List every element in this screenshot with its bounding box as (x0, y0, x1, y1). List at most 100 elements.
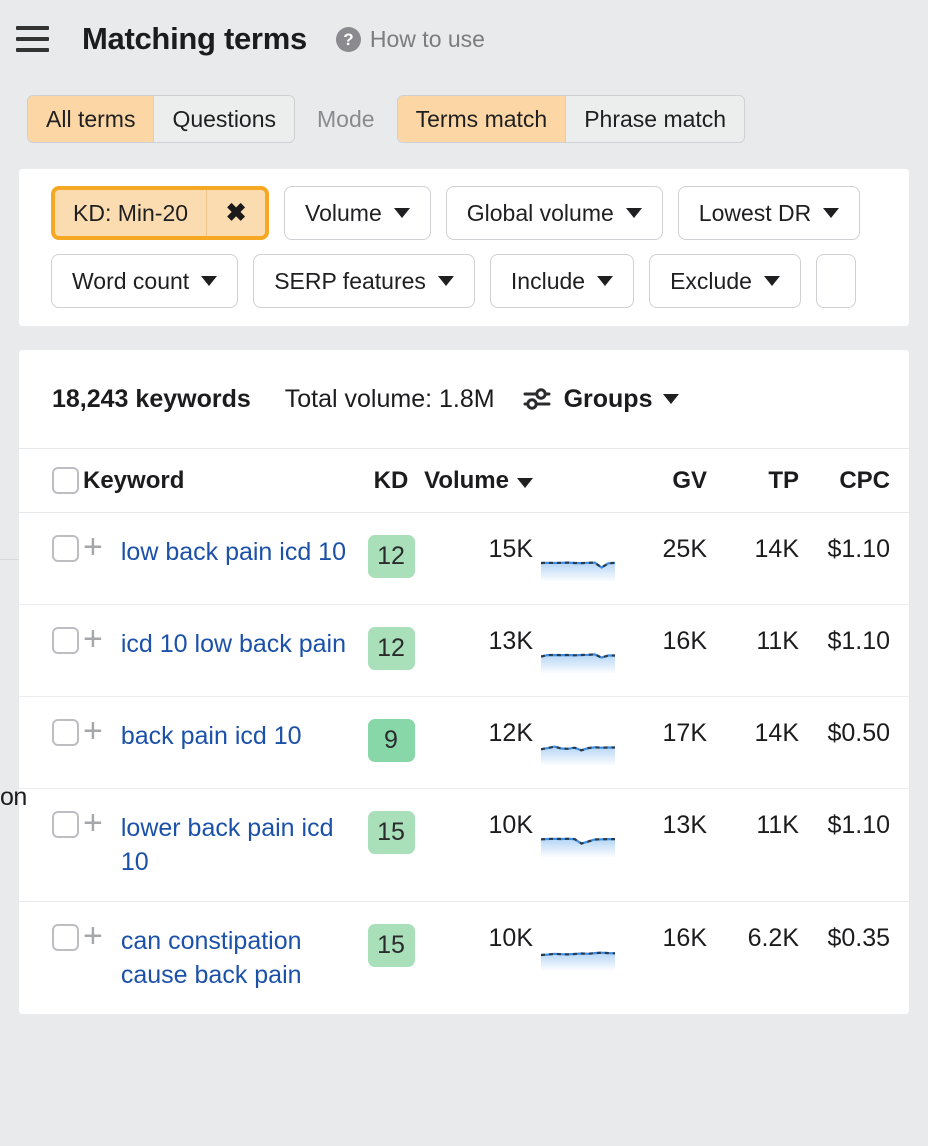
column-volume[interactable]: Volume (423, 449, 533, 513)
add-keyword-icon[interactable]: + (83, 627, 103, 652)
row-checkbox[interactable] (52, 719, 79, 746)
filter-lowest-dr-button[interactable]: Lowest DR (678, 186, 860, 240)
column-kd[interactable]: KD (359, 449, 423, 513)
keyword-cell: + low back pain icd 10 (83, 513, 359, 605)
sparkline-area (541, 953, 615, 971)
keyword-link[interactable]: back pain icd 10 (121, 719, 302, 753)
chevron-down-icon (764, 276, 780, 286)
tab-phrase-match[interactable]: Phrase match (566, 96, 744, 142)
groups-label: Groups (564, 385, 653, 414)
filter-exclude-button[interactable]: Exclude (649, 254, 801, 308)
kd-badge: 12 (368, 627, 415, 670)
cpc-cell: $0.35 (799, 902, 909, 1015)
chevron-down-icon (394, 208, 410, 218)
row-checkbox[interactable] (52, 535, 79, 562)
kd-badge: 9 (368, 719, 415, 762)
groups-dropdown[interactable]: Groups (523, 385, 680, 414)
tp-cell: 14K (707, 697, 799, 789)
keyword-link[interactable]: low back pain icd 10 (121, 535, 346, 569)
table-row[interactable]: +lower back pain icd 101510K13K11K$1.10 (19, 789, 909, 902)
column-volume-label: Volume (424, 467, 509, 494)
filter-include-button[interactable]: Include (490, 254, 634, 308)
cpc-cell: $0.50 (799, 697, 909, 789)
volume-cell: 10K (423, 789, 533, 902)
add-keyword-icon[interactable]: + (83, 535, 103, 560)
trend-sparkline-cell (533, 902, 625, 1015)
column-keyword[interactable]: Keyword (83, 449, 359, 513)
trend-sparkline-cell (533, 513, 625, 605)
keyword-cell: + icd 10 low back pain (83, 605, 359, 697)
table-row[interactable]: +icd 10 low back pain1213K16K11K$1.10 (19, 605, 909, 697)
row-checkbox-cell (19, 605, 83, 697)
filter-lowest-dr-label: Lowest DR (699, 200, 811, 227)
table-row[interactable]: +low back pain icd 101215K25K14K$1.10 (19, 513, 909, 605)
gv-cell: 17K (625, 697, 707, 789)
filter-volume-button[interactable]: Volume (284, 186, 431, 240)
kd-cell: 15 (359, 902, 423, 1015)
add-keyword-icon[interactable]: + (83, 924, 103, 949)
row-checkbox[interactable] (52, 924, 79, 951)
filter-row-primary: KD: Min-20 ✖ Volume Global volume Lowest… (19, 186, 909, 240)
chevron-down-icon (438, 276, 454, 286)
gv-cell: 13K (625, 789, 707, 902)
volume-cell: 10K (423, 902, 533, 1015)
sliders-icon (523, 386, 553, 412)
gv-cell: 16K (625, 605, 707, 697)
hamburger-bar (16, 26, 49, 30)
keyword-link[interactable]: lower back pain icd 10 (121, 811, 359, 879)
hamburger-bar (16, 48, 49, 52)
gv-cell: 16K (625, 902, 707, 1015)
keyword-link[interactable]: can constipation cause back pain (121, 924, 359, 992)
filter-exclude-label: Exclude (670, 268, 752, 295)
offscreen-text-fragment: on (0, 783, 27, 812)
how-to-use-link[interactable]: ? How to use (336, 26, 485, 53)
tab-questions[interactable]: Questions (154, 96, 294, 142)
sparkline-chart (541, 811, 615, 858)
close-x-icon[interactable]: ✖ (207, 190, 265, 236)
kd-badge: 15 (368, 811, 415, 854)
kd-badge: 12 (368, 535, 415, 578)
select-all-checkbox[interactable] (52, 467, 79, 494)
volume-cell: 12K (423, 697, 533, 789)
hamburger-menu-icon[interactable] (16, 26, 49, 52)
tp-cell: 14K (707, 513, 799, 605)
column-cpc[interactable]: CPC (799, 449, 909, 513)
total-volume: Total volume: 1.8M (285, 385, 495, 414)
keyword-count: 18,243 keywords (52, 385, 251, 414)
app-header: Matching terms ? How to use (0, 0, 928, 78)
filter-global-volume-button[interactable]: Global volume (446, 186, 663, 240)
filter-serp-features-label: SERP features (274, 268, 426, 295)
filter-overflow-button[interactable] (816, 254, 856, 308)
column-gv[interactable]: GV (625, 449, 707, 513)
add-keyword-icon[interactable]: + (83, 719, 103, 744)
keyword-cell: + can constipation cause back pain (83, 902, 359, 1015)
chevron-down-icon (597, 276, 613, 286)
filter-chip-kd[interactable]: KD: Min-20 ✖ (51, 186, 269, 240)
filter-volume-label: Volume (305, 200, 382, 227)
filter-word-count-button[interactable]: Word count (51, 254, 238, 308)
tab-all-terms[interactable]: All terms (28, 96, 154, 142)
match-mode-segmented-control: Terms match Phrase match (397, 95, 746, 143)
sparkline-chart (541, 535, 615, 582)
filter-serp-features-button[interactable]: SERP features (253, 254, 475, 308)
table-row[interactable]: + can constipation cause back pain1510K 16… (19, 902, 909, 1015)
sparkline-chart (541, 627, 615, 674)
kd-badge: 15 (368, 924, 415, 967)
table-row[interactable]: + back pain icd 10 912K 17K14K$0.50 (19, 697, 909, 789)
row-checkbox[interactable] (52, 627, 79, 654)
filter-global-volume-label: Global volume (467, 200, 614, 227)
keyword-link[interactable]: icd 10 low back pain (121, 627, 346, 661)
filter-row-secondary: Word count SERP features Include Exclude (19, 254, 909, 308)
tab-terms-match[interactable]: Terms match (398, 96, 567, 142)
row-checkbox-cell (19, 789, 83, 902)
filter-chip-kd-label: KD: Min-20 (55, 190, 207, 236)
chevron-down-icon (823, 208, 839, 218)
cpc-cell: $1.10 (799, 605, 909, 697)
add-keyword-icon[interactable]: + (83, 811, 103, 836)
column-tp[interactable]: TP (707, 449, 799, 513)
row-checkbox[interactable] (52, 811, 79, 838)
sparkline-chart (541, 924, 615, 971)
left-edge-divider (0, 559, 19, 560)
trend-sparkline-cell (533, 697, 625, 789)
row-checkbox-cell (19, 697, 83, 789)
